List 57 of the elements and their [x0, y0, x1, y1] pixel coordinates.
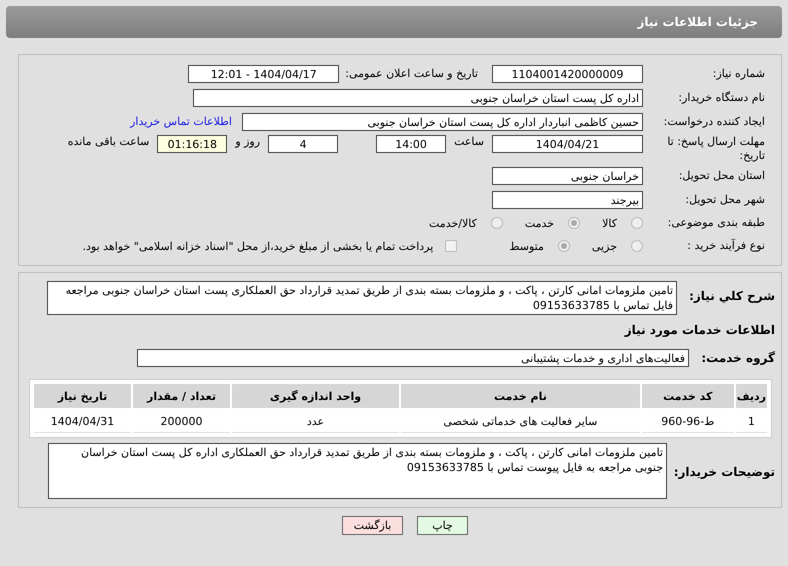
buyer-org-field[interactable]: اداره کل پست استان خراسان جنوبی — [193, 88, 643, 106]
field-label: شرح کلي نياز: — [688, 289, 776, 303]
field-label: مهلت ارسال پاسخ: تا تاریخ: — [666, 135, 766, 163]
notes-box[interactable]: تامین ملزومات امانی کارتن ، پاکت ، و ملزومات بسته بندی از طریق تمدید قرارداد حق العملکاری اداره کل پست استان خراسان جنوبی مراجعه به فایل پیوست تماس با 09153633785 — [48, 443, 667, 499]
requester-field[interactable]: حسین کاظمی انباردار اداره کل پست استان خراسان جنوبی — [242, 112, 643, 130]
column-header: کد خدمت — [642, 384, 734, 408]
date-field[interactable]: 1404/04/17 - 12:01 — [188, 64, 340, 82]
radio-label: خدمت — [524, 216, 554, 230]
remaining-time-field[interactable]: 01:16:18 — [157, 135, 228, 153]
radio-button[interactable] — [631, 240, 643, 252]
field-label: ساعت باقی مانده — [68, 135, 150, 148]
radio-button[interactable] — [568, 217, 580, 229]
table-cell: عدد — [232, 410, 399, 433]
table-cell: 200000 — [133, 410, 230, 433]
field-label: نام دستگاه خریدار: — [677, 90, 766, 104]
table-cell: ط-96-960 — [642, 410, 734, 433]
checkbox-label: پرداخت تمام یا بخشی از مبلغ خرید،از محل "اسناد خزانه اسلامی" خواهد بود. — [82, 240, 434, 252]
contact-link[interactable]: اطلاعات تماس خریدار — [130, 115, 232, 128]
radio-label: متوسط — [509, 240, 544, 252]
page-title: جزئیات اطلاعات نیاز — [637, 15, 758, 29]
radio-button[interactable] — [490, 217, 503, 229]
radio-label: جزیی — [592, 240, 617, 252]
table-cell: سایر فعالیت های خدماتی شخصی — [401, 410, 640, 433]
field-label: ایجاد کننده درخواست: — [662, 114, 766, 128]
field-label: نوع فرآیند خرید : — [686, 239, 766, 253]
radio-label: کالا/خدمت — [429, 216, 477, 230]
print-button[interactable]: چاپ — [417, 516, 468, 535]
days-field[interactable]: 4 — [268, 135, 338, 153]
field-label: شماره نیاز: — [712, 66, 766, 80]
field-label: روز و — [235, 135, 260, 148]
radio-button[interactable] — [558, 240, 570, 252]
back-button[interactable]: بازگشت — [342, 516, 403, 535]
table-cell: 1 — [736, 410, 767, 433]
column-header: تعداد / مقدار — [133, 384, 230, 408]
time-field[interactable]: 14:00 — [376, 135, 446, 153]
field-label: تاریخ و ساعت اعلان عمومی: — [345, 67, 478, 80]
city-field[interactable]: بیرجند — [492, 190, 643, 208]
province-field[interactable]: خراسان جنوبی — [492, 166, 643, 184]
radio-button[interactable] — [631, 217, 643, 229]
description-box[interactable]: تامین ملزومات امانی کارتن ، پاکت ، و ملزومات بسته بندی از طریق تمدید قرارداد حق العملکاری پست استان خراسان جنوبی مراجعه فایل تماس با 09153633785 — [47, 281, 677, 315]
column-header: واحد اندازه گیری — [232, 384, 399, 408]
section-heading: اطلاعات خدمات مورد نیاز — [623, 323, 776, 337]
field-label: استان محل تحویل: — [678, 168, 766, 182]
service-group-field[interactable]: فعالیت‌های اداری و خدمات پشتیبانی — [137, 349, 689, 367]
column-header: ردیف — [736, 384, 767, 408]
need-number-field[interactable]: 1104001420000009 — [492, 64, 643, 82]
table-cell: 1404/04/31 — [34, 410, 131, 433]
field-label: توضیحات خریدار: — [672, 465, 776, 479]
field-label: گروه خدمت: — [700, 351, 776, 365]
field-label: ساعت — [454, 135, 484, 148]
checkbox[interactable] — [445, 240, 458, 252]
date-field[interactable]: 1404/04/21 — [492, 135, 643, 153]
radio-label: کالا — [602, 216, 617, 230]
field-label: طبقه بندی موضوعی: — [666, 216, 766, 230]
column-header: نام خدمت — [401, 384, 640, 408]
field-label: شهر محل تحویل: — [684, 192, 766, 206]
column-header: تاریخ نیاز — [34, 384, 131, 408]
